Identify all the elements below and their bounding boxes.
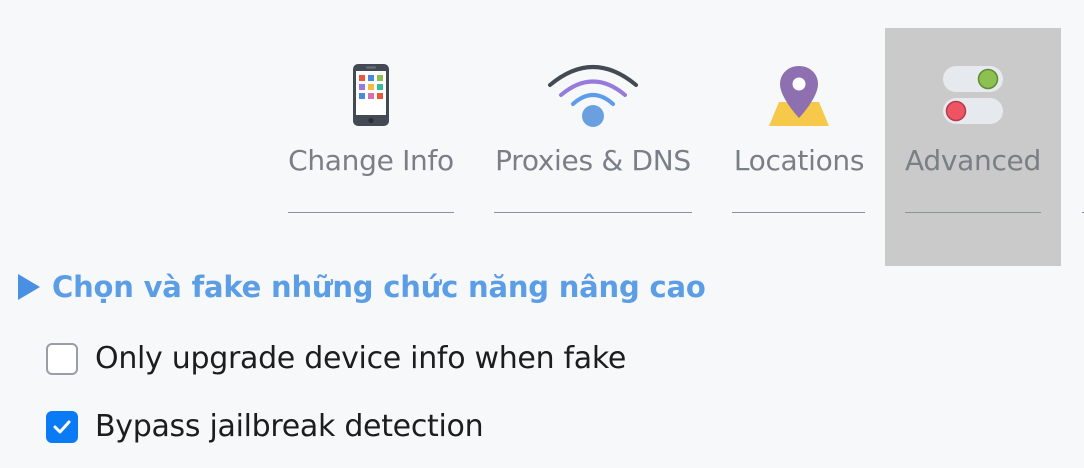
tab-locations[interactable]: Locations: [714, 28, 884, 266]
tab-label: Change Info: [288, 144, 454, 177]
tab-advanced[interactable]: Advanced: [885, 28, 1061, 266]
tab-label: Locations: [733, 144, 865, 177]
checkmark-icon: [53, 420, 71, 433]
tab-label: Advanced: [905, 144, 1041, 177]
tab-change-info[interactable]: Change Info: [270, 28, 472, 266]
phone-icon: [353, 64, 389, 126]
map-pin-icon: [769, 66, 829, 126]
tab-underline: [905, 212, 1041, 213]
tab-proxies-dns[interactable]: Proxies & DNS: [478, 28, 708, 266]
option-label: Bypass jailbreak detection: [95, 409, 484, 444]
section-disclosure[interactable]: Chọn và fake những chức năng nâng cao: [18, 270, 706, 304]
tab-underline: [494, 212, 692, 213]
disclosure-triangle-icon[interactable]: [18, 274, 40, 300]
checkbox-checked[interactable]: [46, 410, 78, 443]
tab-underline: [288, 212, 454, 213]
tab-label: Proxies & DNS: [495, 144, 691, 177]
wifi-icon: [548, 65, 638, 127]
option-bypass-jailbreak-detection[interactable]: Bypass jailbreak detection: [46, 409, 484, 444]
section-title: Chọn và fake những chức năng nâng cao: [52, 270, 706, 304]
advanced-settings-page: Change Info Proxies & DNS Locations Adva…: [0, 0, 1084, 468]
toggles-icon: [943, 66, 1003, 124]
tab-underline: [732, 212, 865, 213]
checkbox-unchecked[interactable]: [46, 342, 78, 375]
option-only-upgrade-device-info[interactable]: Only upgrade device info when fake: [46, 341, 626, 376]
toolbar-tabs: Change Info Proxies & DNS Locations Adva…: [0, 28, 1084, 266]
tab-partial[interactable]: S: [1072, 28, 1084, 266]
option-label: Only upgrade device info when fake: [95, 341, 627, 376]
